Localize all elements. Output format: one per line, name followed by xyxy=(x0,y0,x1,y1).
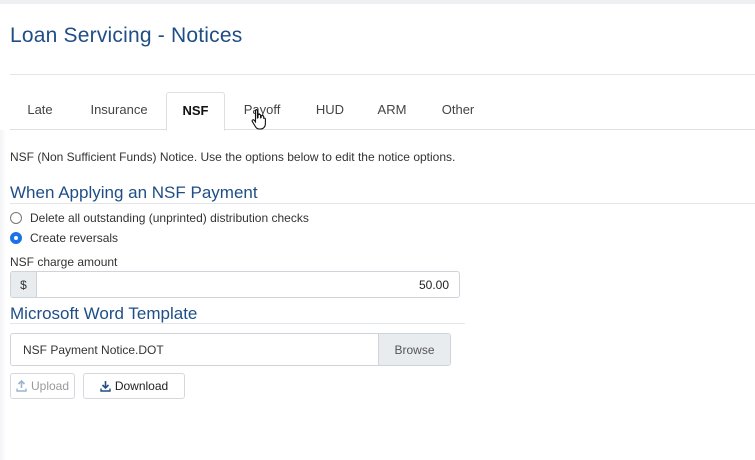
tab-other[interactable]: Other xyxy=(430,92,486,130)
template-file-group: NSF Payment Notice.DOT Browse xyxy=(10,333,451,366)
radio-button[interactable] xyxy=(10,212,22,224)
download-label: Download xyxy=(114,379,169,393)
download-button[interactable]: Download xyxy=(83,373,185,399)
page-title: Loan Servicing - Notices xyxy=(10,24,243,47)
title-divider xyxy=(10,74,755,75)
notice-tabs: Late Insurance NSF Payoff HUD ARM Other xyxy=(10,92,755,131)
upload-icon xyxy=(16,380,27,392)
radio-button-checked[interactable] xyxy=(10,232,22,244)
template-file-input[interactable]: NSF Payment Notice.DOT xyxy=(11,334,378,365)
currency-addon: $ xyxy=(11,272,37,297)
nsf-section-heading: When Applying an NSF Payment xyxy=(10,183,258,202)
upload-button[interactable]: Upload xyxy=(10,373,75,399)
tab-hud[interactable]: HUD xyxy=(304,92,356,130)
top-band xyxy=(0,0,755,4)
tab-nsf[interactable]: NSF xyxy=(166,92,225,131)
radio-label: Create reversals xyxy=(30,231,119,245)
nsf-section-divider xyxy=(10,203,755,204)
template-section-heading: Microsoft Word Template xyxy=(10,304,198,323)
nsf-charge-input[interactable]: 50.00 xyxy=(37,272,459,297)
download-icon xyxy=(100,381,111,392)
template-section-divider xyxy=(10,323,465,324)
left-edge-shadow xyxy=(0,130,6,460)
radio-label: Delete all outstanding (unprinted) distr… xyxy=(30,211,309,225)
radio-delete-checks[interactable]: Delete all outstanding (unprinted) distr… xyxy=(10,210,309,226)
browse-button[interactable]: Browse xyxy=(378,334,450,365)
tab-arm[interactable]: ARM xyxy=(366,92,418,130)
radio-create-reversals[interactable]: Create reversals xyxy=(10,230,118,246)
nsf-charge-label: NSF charge amount xyxy=(10,255,118,269)
nsf-charge-group: $ 50.00 xyxy=(10,271,460,298)
tab-late[interactable]: Late xyxy=(10,92,70,130)
upload-label: Upload xyxy=(30,379,70,393)
hand-pointer-icon xyxy=(251,108,266,130)
tab-insurance[interactable]: Insurance xyxy=(76,92,162,130)
notice-description: NSF (Non Sufficient Funds) Notice. Use t… xyxy=(10,150,456,164)
